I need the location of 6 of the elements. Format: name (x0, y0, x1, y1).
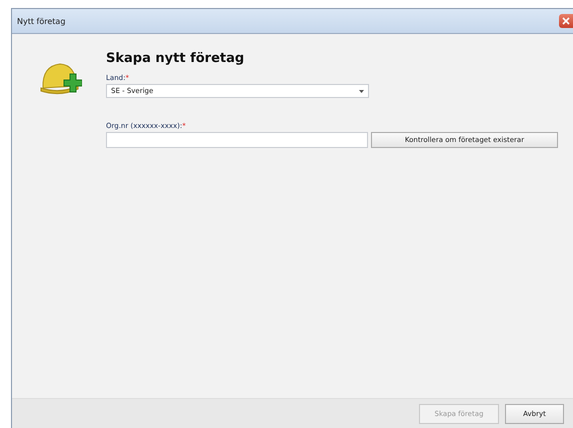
dropdown-arrow-icon (359, 90, 364, 92)
close-icon (562, 17, 570, 25)
close-button[interactable] (559, 14, 573, 28)
input-field[interactable] (106, 132, 368, 148)
dialog-heading: Skapa nytt företag (106, 51, 246, 66)
window-title: Nytt företag (17, 16, 66, 26)
